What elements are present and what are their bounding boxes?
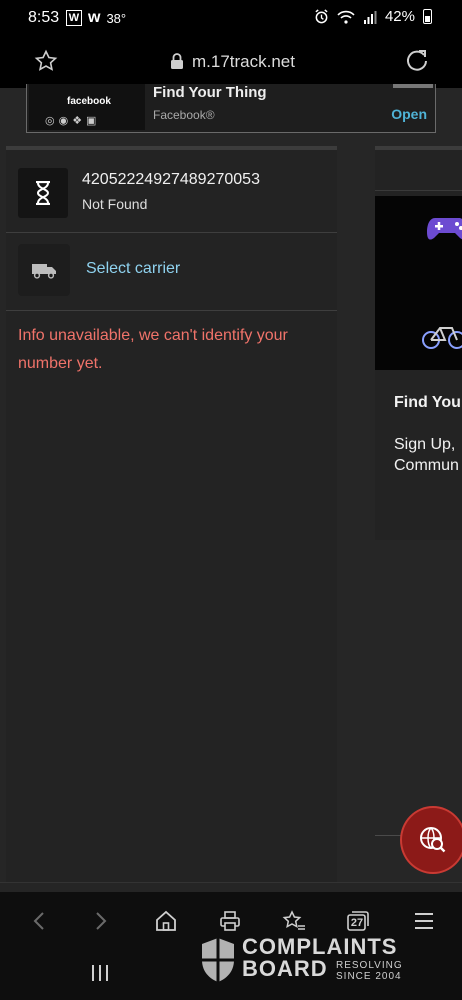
tracking-header[interactable]: 42052224927489270053 Not Found: [18, 166, 328, 222]
complaints-board-watermark: COMPLAINTS BOARD RESOLVING SINCE 2004: [200, 934, 430, 990]
ad-open-button[interactable]: Open: [391, 106, 427, 122]
ad-advertiser: Facebook®: [153, 108, 215, 122]
lock-icon: [171, 53, 183, 69]
bicycle-icon: [422, 327, 462, 349]
wifi-icon: [337, 10, 355, 24]
temperature: 38°: [106, 10, 127, 26]
status-right-icons: 42%: [314, 8, 432, 25]
tracking-number: 42052224927489270053: [82, 171, 260, 188]
print-button[interactable]: [215, 906, 245, 936]
ad-thumb-icons: ◎◉❖▣: [45, 115, 101, 127]
select-carrier-row[interactable]: Select carrier: [18, 244, 328, 298]
globe-search-icon: [420, 827, 446, 853]
chevron-left-icon: [33, 912, 44, 930]
ad-thumbnail: facebook ◎◉❖▣: [29, 84, 145, 130]
divider: [6, 232, 337, 233]
battery-percent: 42%: [384, 8, 415, 25]
watermark-tag2: SINCE 2004: [336, 971, 402, 982]
status-bar: 8:53 W w 38° 42%: [0, 0, 462, 36]
divider: [6, 310, 337, 311]
side-ad-body: Sign Up, Commun: [394, 434, 459, 476]
watermark-tagline: RESOLVING SINCE 2004: [336, 960, 403, 982]
status-time: 8:53: [28, 9, 60, 26]
watermark-line1: COMPLAINTS: [242, 934, 398, 959]
side-ad-body-line: Commun: [394, 457, 459, 474]
select-carrier-link[interactable]: Select carrier: [86, 260, 180, 278]
bookmark-star-icon[interactable]: [34, 49, 58, 73]
battery-icon: [423, 9, 432, 24]
tracking-status: Not Found: [82, 196, 148, 212]
watermark-tag1: RESOLVING: [336, 960, 403, 971]
info-message: Info unavailable, we can't identify your…: [18, 327, 288, 372]
truck-icon-box: [18, 244, 70, 296]
divider: [375, 190, 462, 191]
tabs-button[interactable]: 27: [343, 906, 373, 936]
notification-w-icon: W: [66, 10, 82, 26]
ad-title: Find Your Thing: [153, 84, 267, 101]
menu-button[interactable]: [409, 906, 439, 936]
home-icon: [156, 910, 176, 931]
reload-icon[interactable]: [404, 48, 430, 74]
browser-url-bar: m.17track.net: [0, 36, 462, 88]
back-button[interactable]: [24, 906, 54, 936]
star-list-icon: [282, 910, 305, 930]
side-ad-image: [375, 196, 462, 370]
side-ad-title: Find You: [394, 394, 461, 411]
hourglass-icon: [36, 181, 50, 205]
notification-w2-icon: w: [88, 9, 101, 26]
shield-logo-icon: [202, 938, 234, 982]
banner-ad[interactable]: facebook ◎◉❖▣ Find Your Thing Facebook® …: [26, 84, 436, 133]
watermark-line2: BOARD: [242, 956, 328, 981]
truck-icon: [32, 264, 56, 279]
search-fab-button[interactable]: [400, 806, 462, 874]
home-button[interactable]: [151, 906, 181, 936]
gamepad-icon: [427, 218, 462, 240]
signal-icon: [363, 10, 377, 24]
tab-count: 27: [350, 917, 364, 929]
ad-decor-bar: [393, 84, 433, 88]
url-text[interactable]: m.17track.net: [192, 52, 295, 72]
alarm-icon: [315, 9, 328, 24]
ad-thumb-label: facebook: [67, 96, 111, 107]
side-ad-card[interactable]: Find You Sign Up, Commun: [375, 146, 462, 540]
printer-icon: [220, 911, 240, 931]
status-left-icons: W w 38°: [66, 9, 126, 27]
hourglass-icon-box: [18, 168, 68, 218]
hamburger-menu-icon: [415, 913, 433, 929]
tracking-card: 42052224927489270053 Not Found Select ca…: [6, 146, 337, 896]
chevron-right-icon: [96, 912, 107, 930]
bookmarks-button[interactable]: [279, 906, 309, 936]
forward-button[interactable]: [86, 906, 116, 936]
recent-apps-icon[interactable]: [90, 964, 110, 982]
side-ad-body-line: Sign Up,: [394, 436, 456, 453]
